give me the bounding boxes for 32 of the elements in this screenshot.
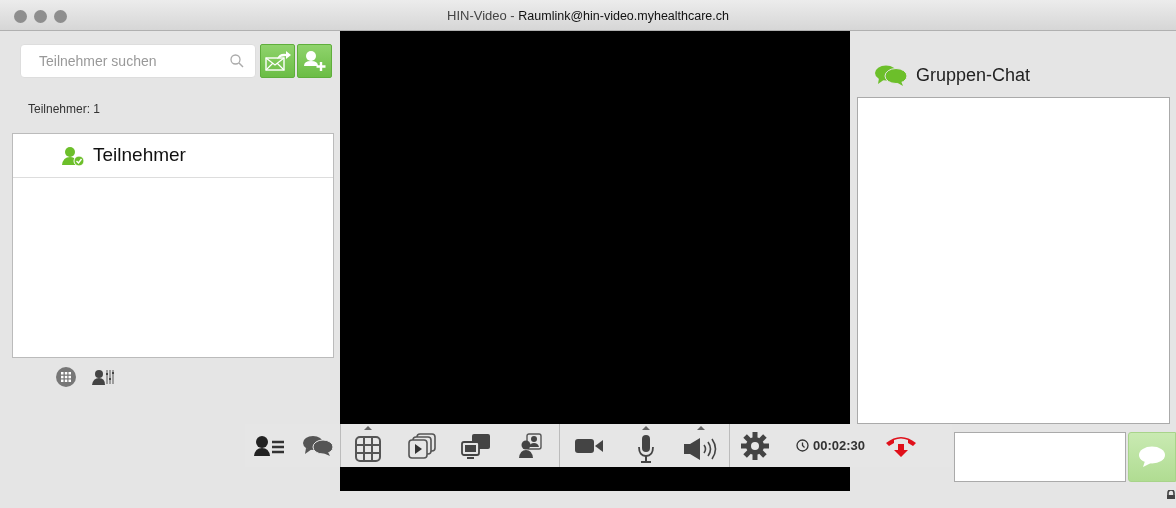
speech-bubbles-icon [301,435,334,458]
grid-icon[interactable] [56,367,76,387]
minimize-button[interactable] [34,10,47,23]
chat-title: Gruppen-Chat [916,63,1031,87]
participant-list-icon [254,435,286,458]
window-title: HIN-Video - [447,8,516,23]
call-timer: 00:02:30 [813,436,866,455]
close-button[interactable] [14,10,27,23]
stacked-play-icon [408,432,436,459]
add-participant-button[interactable] [297,44,332,78]
lock-icon [1166,490,1176,499]
add-person-icon [302,50,327,72]
message-input[interactable] [954,432,1127,482]
participant-row[interactable]: Teilnehmer [13,134,333,178]
chat-icon [874,64,908,86]
speech-bubble-icon [1138,446,1167,468]
person-settings-icon[interactable] [92,368,114,386]
envelope-icon [264,51,291,71]
search-field[interactable]: Teilnehmer suchen [20,44,256,78]
speaker-icon [684,436,718,461]
invite-email-button[interactable] [260,44,295,78]
person-frame-icon [519,432,543,459]
participant-name: Teilnehmer [93,143,186,168]
timer-icon [796,439,809,452]
monitors-icon [461,432,491,459]
participant-count: Teilnehmer: 1 [28,101,102,118]
grid-layout-icon [355,435,381,462]
person-check-icon [61,145,85,166]
microphone-icon [637,434,654,463]
zoom-button[interactable] [54,10,67,23]
search-icon [230,54,244,68]
video-camera-icon [575,438,603,455]
